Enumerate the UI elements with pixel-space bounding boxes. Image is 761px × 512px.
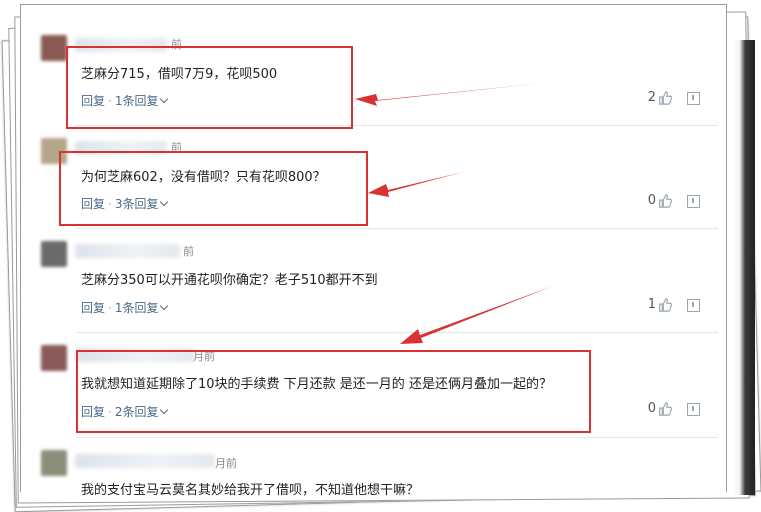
annotation-arrows [355, 83, 553, 344]
arrow-annotation [400, 286, 553, 344]
arrow-annotation [355, 83, 545, 106]
arrow-annotation [368, 172, 463, 197]
